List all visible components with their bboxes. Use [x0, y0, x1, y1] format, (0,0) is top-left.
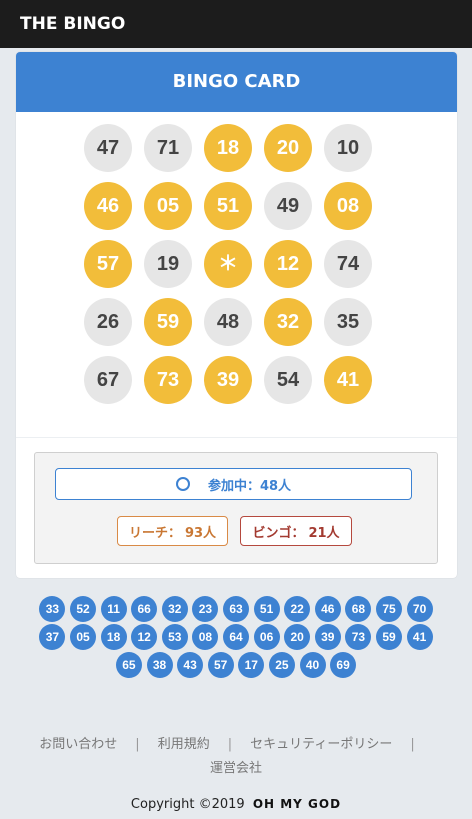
footer-link-company[interactable]: 運営会社	[210, 761, 262, 776]
footer-separator: |	[227, 737, 233, 752]
bingo-cell: 12	[264, 240, 312, 288]
drawn-number-ball: 73	[345, 624, 372, 650]
bingo-cell: 19	[144, 240, 192, 288]
footer-link-contact[interactable]: お問い合わせ	[39, 737, 117, 752]
drawn-number-ball: 63	[223, 596, 249, 622]
drawn-number-ball: 53	[161, 624, 188, 650]
app-header: THE BINGO	[0, 0, 472, 48]
drawn-number-ball: 18	[100, 624, 127, 650]
drawn-number-ball: 46	[314, 596, 341, 622]
drawn-number-ball: 11	[100, 596, 127, 622]
bingo-cell: 54	[264, 356, 312, 404]
bingo-cell: 71	[144, 124, 192, 172]
drawn-number-ball: 33	[39, 596, 66, 622]
drawn-number-ball: 43	[177, 652, 204, 678]
drawn-number-ball: 08	[192, 624, 219, 650]
bingo-count-badge: ビンゴ： 21人	[240, 516, 352, 546]
drawn-number-ball: 75	[376, 596, 402, 622]
bingo-card-title: BINGO CARD	[172, 71, 301, 92]
drawn-number-ball: 25	[268, 652, 295, 678]
drawn-number-ball: 23	[192, 596, 219, 622]
drawn-number-ball: 66	[131, 596, 158, 622]
bingo-cell: 46	[84, 182, 132, 230]
drawn-number-ball: 52	[70, 596, 96, 622]
bingo-cell-free: ＊	[204, 240, 252, 288]
bingo-count: 21人	[308, 525, 340, 541]
drawn-number-ball: 70	[406, 596, 433, 622]
bingo-cell: 59	[144, 298, 192, 346]
reach-label: リーチ：	[128, 525, 181, 541]
bingo-cell: 48	[204, 298, 252, 346]
bingo-cell: 49	[264, 182, 312, 230]
joining-label: 参加中：48人	[207, 478, 292, 494]
drawn-number-ball: 59	[376, 624, 402, 650]
bingo-cell: 73	[144, 356, 192, 404]
bingo-cell: 26	[84, 298, 132, 346]
bingo-cell: 05	[144, 182, 192, 230]
bingo-cell: 57	[84, 240, 132, 288]
bingo-cell: 20	[264, 124, 312, 172]
drawn-number-ball: 12	[131, 624, 158, 650]
drawn-number-ball: 22	[284, 596, 311, 622]
copyright-text: Copyright ©2019	[130, 797, 245, 812]
bingo-cell: 67	[84, 356, 132, 404]
bingo-cell: 41	[324, 356, 372, 404]
bingo-cell: 74	[324, 240, 372, 288]
bingo-grid: 47 71 18 20 10 46 05 51 49 08 57 19 ＊ 12 74 26 59 48 32 35 6…	[16, 124, 457, 444]
drawn-number-ball: 06	[253, 624, 280, 650]
app-title: THE BINGO	[20, 14, 126, 34]
drawn-number-ball: 64	[223, 624, 249, 650]
reach-count: 93人	[184, 525, 217, 541]
bingo-cell: 32	[264, 298, 312, 346]
status-panel: 参加中：48人 リーチ： 93人 ビンゴ： 21人	[34, 452, 438, 564]
drawn-number-ball: 51	[253, 596, 280, 622]
drawn-number-ball: 65	[115, 652, 142, 678]
card-divider	[16, 437, 457, 438]
drawn-number-ball: 69	[330, 652, 357, 678]
footer-separator: |	[135, 737, 140, 752]
drawn-number-ball: 20	[284, 624, 311, 650]
bingo-cell: 39	[204, 356, 252, 404]
drawn-number-ball: 68	[345, 596, 372, 622]
bingo-cell: 10	[324, 124, 372, 172]
bingo-cell: 18	[204, 124, 252, 172]
footer-link-terms[interactable]: 利用規約	[158, 737, 210, 752]
bingo-cell: 51	[204, 182, 252, 230]
bingo-cell: 47	[84, 124, 132, 172]
drawn-number-ball: 57	[207, 652, 234, 678]
bingo-card-header: BINGO CARD	[16, 52, 457, 112]
bingo-cell: 08	[324, 182, 372, 230]
drawn-number-ball: 39	[314, 624, 341, 650]
loading-spinner-icon	[175, 477, 190, 491]
footer-links: お問い合わせ | 利用規約 | セキュリティーポリシー | 運営会社	[0, 733, 472, 781]
drawn-number-ball: 40	[299, 652, 326, 678]
drawn-number-ball: 32	[161, 596, 188, 622]
bingo-label: ビンゴ：	[252, 525, 305, 541]
drawn-number-ball: 37	[39, 624, 66, 650]
copyright: Copyright ©2019 OH MY GOD	[0, 797, 472, 812]
drawn-number-ball: 41	[406, 624, 433, 650]
joining-status: 参加中：48人	[55, 468, 412, 500]
drawn-number-ball: 05	[70, 624, 96, 650]
bingo-card: BINGO CARD 47 71 18 20 10 46 05 51 49 08 57 19 ＊ 12 74…	[16, 52, 457, 578]
drawn-number-ball: 38	[146, 652, 173, 678]
reach-count-badge: リーチ： 93人	[117, 516, 228, 546]
footer-link-security-policy[interactable]: セキュリティーポリシー	[250, 737, 392, 752]
drawn-number-ball: 17	[238, 652, 265, 678]
footer-separator: |	[410, 737, 415, 752]
bingo-cell: 35	[324, 298, 372, 346]
brand-logo: OH MY GOD	[252, 797, 342, 811]
